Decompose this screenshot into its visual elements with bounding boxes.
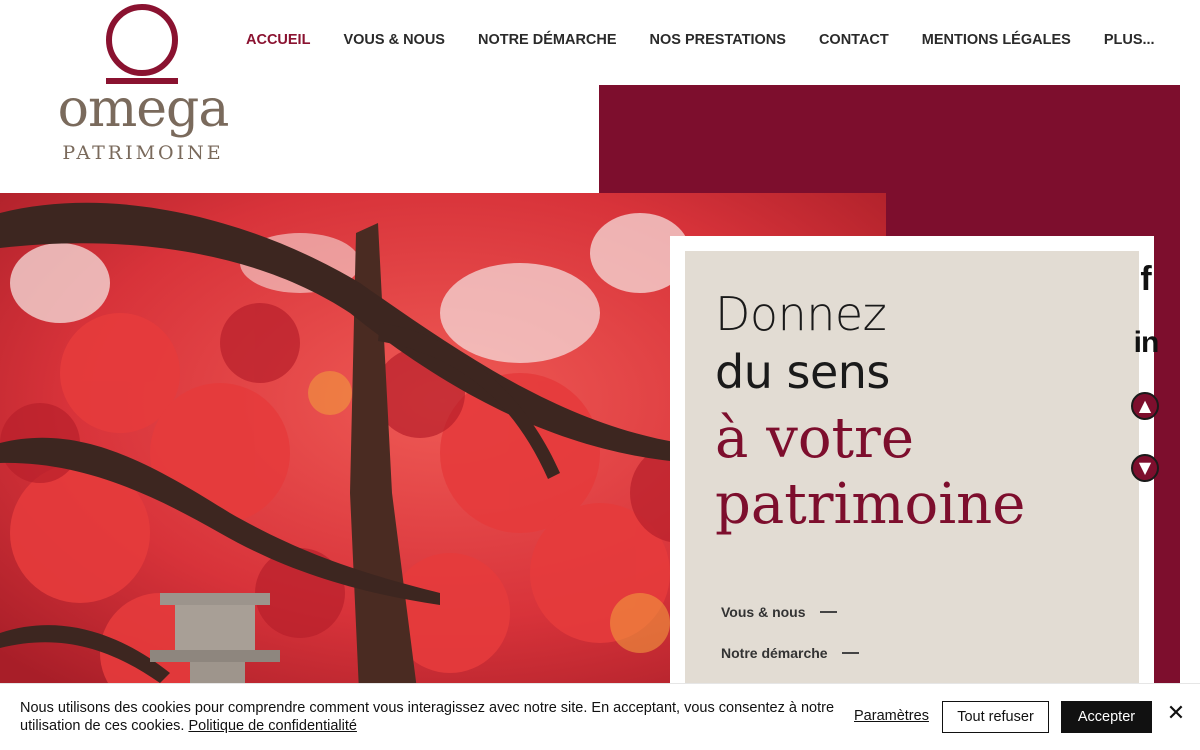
close-icon[interactable]: ✕ [1166, 703, 1186, 725]
hero-heading-line-2: du sens [715, 345, 890, 399]
cookie-text: Nous utilisons des cookies pour comprend… [20, 700, 835, 734]
nav-contact[interactable]: CONTACT [819, 32, 889, 48]
arrow-down-icon[interactable]: ▼ [1131, 454, 1159, 482]
dash-icon [841, 652, 859, 654]
nav-vous-et-nous[interactable]: VOUS & NOUS [343, 32, 445, 48]
quick-link-notre-demarche[interactable]: Notre démarche [721, 645, 859, 661]
dash-icon [819, 611, 837, 613]
accept-button[interactable]: Accepter [1061, 701, 1152, 733]
cookie-settings-button[interactable]: Paramètres [854, 708, 929, 724]
cookie-message: Nous utilisons des cookies pour comprend… [20, 699, 840, 735]
nav-accueil[interactable]: ACCUEIL [246, 32, 310, 48]
main-nav: ACCUEIL VOUS & NOUS NOTRE DÉMARCHE NOS P… [246, 32, 1155, 48]
quick-link-label: Vous & nous [721, 604, 806, 620]
arrow-up-icon[interactable]: ▲ [1131, 392, 1159, 420]
facebook-icon[interactable]: f [1131, 260, 1161, 298]
nav-nos-prestations[interactable]: NOS PRESTATIONS [650, 32, 786, 48]
nav-plus[interactable]: PLUS... [1104, 32, 1155, 48]
refuse-all-button[interactable]: Tout refuser [942, 701, 1049, 733]
privacy-policy-link[interactable]: Politique de confidentialité [188, 718, 356, 734]
linkedin-icon[interactable]: in [1131, 326, 1161, 359]
logo-subtitle: PATRIMOINE [62, 142, 224, 164]
logo-ring-icon [106, 4, 178, 76]
hero-heading-line-3: à votre [715, 406, 914, 471]
logo-word: omega [57, 79, 230, 139]
nav-notre-demarche[interactable]: NOTRE DÉMARCHE [478, 32, 617, 48]
cookie-banner: Nous utilisons des cookies pour comprend… [0, 683, 1200, 750]
hero-heading-line-1: Donnez [715, 287, 887, 341]
nav-mentions-legales[interactable]: MENTIONS LÉGALES [922, 32, 1071, 48]
quick-link-vous-et-nous[interactable]: Vous & nous [721, 604, 837, 620]
quick-link-label: Notre démarche [721, 645, 828, 661]
hero-heading-line-4: patrimoine [715, 472, 1026, 537]
logo[interactable]: omega PATRIMOINE [48, 4, 238, 169]
